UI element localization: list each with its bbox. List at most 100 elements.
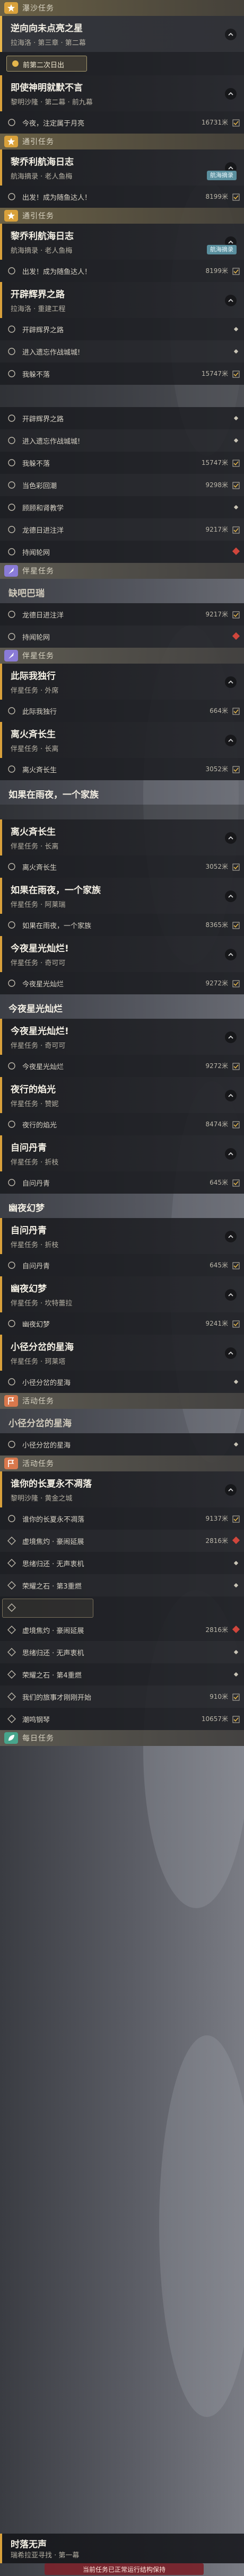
objective-row[interactable]: 幽夜幻梦 9241米 bbox=[0, 1312, 244, 1335]
objective-row[interactable]: 今夜，注定属于月亮 16731米 bbox=[0, 111, 244, 134]
objective-row[interactable]: 今夜星光灿烂 9272米 bbox=[0, 1055, 244, 1077]
objective-row[interactable]: 离火斉长生 3052米 bbox=[0, 855, 244, 878]
section-header[interactable]: 活动任务 bbox=[0, 1455, 244, 1471]
quest-card[interactable]: 离火斉长生 伴星任务 · 长离 bbox=[0, 722, 244, 758]
objective-row[interactable]: 顾顾和肾教学 bbox=[0, 496, 244, 518]
track-checkbox-icon[interactable] bbox=[232, 1062, 240, 1070]
quest-card[interactable]: 谁你的长夏永不凋落 黎明沙隆 · 黄金之城 bbox=[0, 1471, 244, 1507]
track-checkbox-icon[interactable] bbox=[232, 611, 240, 619]
collapse-chevron-icon[interactable] bbox=[225, 949, 237, 960]
section-header[interactable]: 伴星任务 bbox=[0, 563, 244, 579]
track-checkbox-icon[interactable] bbox=[232, 1515, 240, 1523]
collapse-chevron-icon[interactable] bbox=[225, 29, 237, 40]
objective-row[interactable]: 谁你的长夏永不凋落 9137米 bbox=[0, 1507, 244, 1530]
objective-row[interactable]: 虚境焦灼 · 豪闹延展 2816米 bbox=[0, 1530, 244, 1552]
collapse-chevron-icon[interactable] bbox=[225, 1031, 237, 1043]
quest-card[interactable]: 逆向向未点亮之星 拉海洛 · 第三章 · 第二幕 bbox=[0, 16, 244, 52]
collapse-chevron-icon[interactable] bbox=[225, 1148, 237, 1160]
section-header[interactable]: 通引任务 bbox=[0, 208, 244, 224]
track-checkbox-icon[interactable] bbox=[232, 980, 240, 987]
quest-card[interactable]: 黎乔利航海日志 航海摘录 · 老人鱼梅 航海摘录 bbox=[0, 149, 244, 186]
tracked-footer-quest[interactable]: 时落无声 瑞希拉亚寻找 · 第一幕 bbox=[0, 2534, 244, 2563]
section-header[interactable]: 通引任务 bbox=[0, 134, 244, 149]
quest-card[interactable]: 此际我独行 伴星任务 · 外席 bbox=[0, 664, 244, 700]
quest-card[interactable]: 今夜星光灿烂! 伴星任务 · 奇可可 bbox=[0, 936, 244, 972]
quest-card[interactable]: 开辟辉界之路 拉海洛 · 重建工程 bbox=[0, 282, 244, 318]
collapse-chevron-icon[interactable] bbox=[225, 832, 237, 844]
objective-row[interactable]: 如果在雨夜，一个家族 8365米 bbox=[0, 914, 244, 936]
objective-row[interactable]: 出发！成为随鱼达人！ 8199米 bbox=[0, 186, 244, 208]
objective-row[interactable]: 进入遗忘作战城城! bbox=[0, 340, 244, 363]
objective-row[interactable]: 进入遗忘作战城城! bbox=[0, 429, 244, 452]
quest-card[interactable]: 夜行的焰光 伴星任务 · 赞妮 bbox=[0, 1077, 244, 1113]
track-checkbox-icon[interactable] bbox=[232, 481, 240, 489]
quest-card[interactable]: 幽夜幻梦 伴星任务 · 坎特蕾拉 bbox=[0, 1276, 244, 1312]
quest-card[interactable]: 黎乔利航海日志 航海摘录 · 老人鱼梅 航海摘录 bbox=[0, 224, 244, 260]
track-checkbox-icon[interactable] bbox=[232, 707, 240, 715]
objective-row[interactable]: 小径分岔的星海 bbox=[0, 1433, 244, 1455]
track-checkbox-icon[interactable] bbox=[232, 370, 240, 378]
track-checkbox-icon[interactable] bbox=[232, 526, 240, 534]
collapse-chevron-icon[interactable] bbox=[225, 1347, 237, 1359]
objective-row[interactable]: 龙德日进注洋 9217米 bbox=[0, 603, 244, 625]
collapse-chevron-icon[interactable] bbox=[225, 88, 237, 100]
quest-card[interactable]: 今夜星光灿烂! 伴星任务 · 奇可可 bbox=[0, 1019, 244, 1055]
objective-row[interactable]: 今夜星光灿烂 9272米 bbox=[0, 972, 244, 994]
objective-row[interactable]: 持闻轮网 bbox=[0, 625, 244, 648]
section-header[interactable]: 每日任务 bbox=[0, 1730, 244, 1746]
objective-row[interactable] bbox=[0, 1596, 244, 1619]
track-checkbox-icon[interactable] bbox=[232, 1715, 240, 1723]
quest-card[interactable]: 小径分岔的星海 伴星任务 · 珂莱塔 bbox=[0, 1335, 244, 1371]
collapse-chevron-icon[interactable] bbox=[225, 676, 237, 688]
objective-row[interactable]: 自问丹青 645米 bbox=[0, 1171, 244, 1194]
objective-row[interactable]: 小径分岔的星海 bbox=[0, 1371, 244, 1393]
track-checkbox-icon[interactable] bbox=[232, 459, 240, 467]
objective-row[interactable]: 荣耀之石 · 第3重燃 bbox=[0, 1574, 244, 1596]
quest-card[interactable]: 自问丹青 伴星任务 · 折枝 bbox=[0, 1135, 244, 1171]
objective-row[interactable]: 我们的旅事才刚刚开始 910米 bbox=[0, 1686, 244, 1708]
quest-card[interactable]: 即使神明就默不言 黎明沙隆 · 第二幕 · 前九幕 bbox=[0, 75, 244, 111]
track-checkbox-icon[interactable] bbox=[232, 1693, 240, 1701]
section-header[interactable]: 伴星任务 bbox=[0, 648, 244, 664]
tracked-pill[interactable]: 前第二次日出 bbox=[6, 56, 87, 72]
objective-row[interactable]: 我躲不落 15747米 bbox=[0, 363, 244, 385]
track-checkbox-icon[interactable] bbox=[232, 119, 240, 127]
collapse-chevron-icon[interactable] bbox=[225, 1289, 237, 1301]
collapse-chevron-icon[interactable] bbox=[225, 1484, 237, 1496]
track-checkbox-icon[interactable] bbox=[232, 1261, 240, 1269]
track-checkbox-icon[interactable] bbox=[232, 1320, 240, 1328]
objective-row[interactable]: 思绪归还 · 无声衷机 bbox=[0, 1552, 244, 1574]
section-header[interactable]: 活动任务 bbox=[0, 1393, 244, 1409]
objective-row[interactable]: 此际我独行 664米 bbox=[0, 700, 244, 722]
objective-row[interactable]: 我躲不落 15747米 bbox=[0, 452, 244, 474]
track-checkbox-icon[interactable] bbox=[232, 1179, 240, 1187]
objective-row[interactable]: 开辟辉界之路 bbox=[0, 407, 244, 429]
section-header[interactable]: 瀑沙任务 bbox=[0, 0, 244, 16]
objective-row[interactable]: 夜行的焰光 8474米 bbox=[0, 1113, 244, 1135]
track-checkbox-icon[interactable] bbox=[232, 193, 240, 201]
objective-row[interactable]: 荣耀之石 · 第4重燃 bbox=[0, 1663, 244, 1686]
objective-row[interactable]: 当色彩回潮 9298米 bbox=[0, 474, 244, 496]
objective-row[interactable]: 持闻轮网 bbox=[0, 541, 244, 563]
collapse-chevron-icon[interactable] bbox=[225, 295, 237, 306]
track-checkbox-icon[interactable] bbox=[232, 921, 240, 929]
objective-row[interactable]: 自问丹青 645米 bbox=[0, 1254, 244, 1276]
collapse-chevron-icon[interactable] bbox=[225, 1231, 237, 1242]
objective-row[interactable]: 思绪归还 · 无声衷机 bbox=[0, 1641, 244, 1663]
collapse-chevron-icon[interactable] bbox=[225, 890, 237, 902]
objective-row[interactable]: 龙德日进注洋 9217米 bbox=[0, 518, 244, 541]
track-checkbox-icon[interactable] bbox=[232, 1121, 240, 1128]
tracked-objective[interactable]: 前第二次日出 bbox=[0, 52, 244, 75]
collapse-chevron-icon[interactable] bbox=[225, 1090, 237, 1101]
quest-card[interactable]: 自问丹青 伴星任务 · 折枝 bbox=[0, 1218, 244, 1254]
track-checkbox-icon[interactable] bbox=[232, 863, 240, 871]
objective-row[interactable]: 潮鸣钢琴 10657米 bbox=[0, 1708, 244, 1730]
objective-row[interactable]: 出发！成为随鱼达人！ 8199米 bbox=[0, 260, 244, 282]
objective-row[interactable]: 虚境焦灼 · 豪闹延展 2816米 bbox=[0, 1619, 244, 1641]
quest-card[interactable]: 离火斉长生 伴星任务 · 长离 bbox=[0, 819, 244, 855]
quest-card[interactable]: 如果在雨夜，一个家族 伴星任务 · 阿莱瑞 bbox=[0, 878, 244, 914]
track-checkbox-icon[interactable] bbox=[232, 267, 240, 275]
objective-row[interactable]: 开辟辉界之路 bbox=[0, 318, 244, 340]
track-checkbox-icon[interactable] bbox=[232, 765, 240, 773]
collapse-chevron-icon[interactable] bbox=[225, 735, 237, 746]
